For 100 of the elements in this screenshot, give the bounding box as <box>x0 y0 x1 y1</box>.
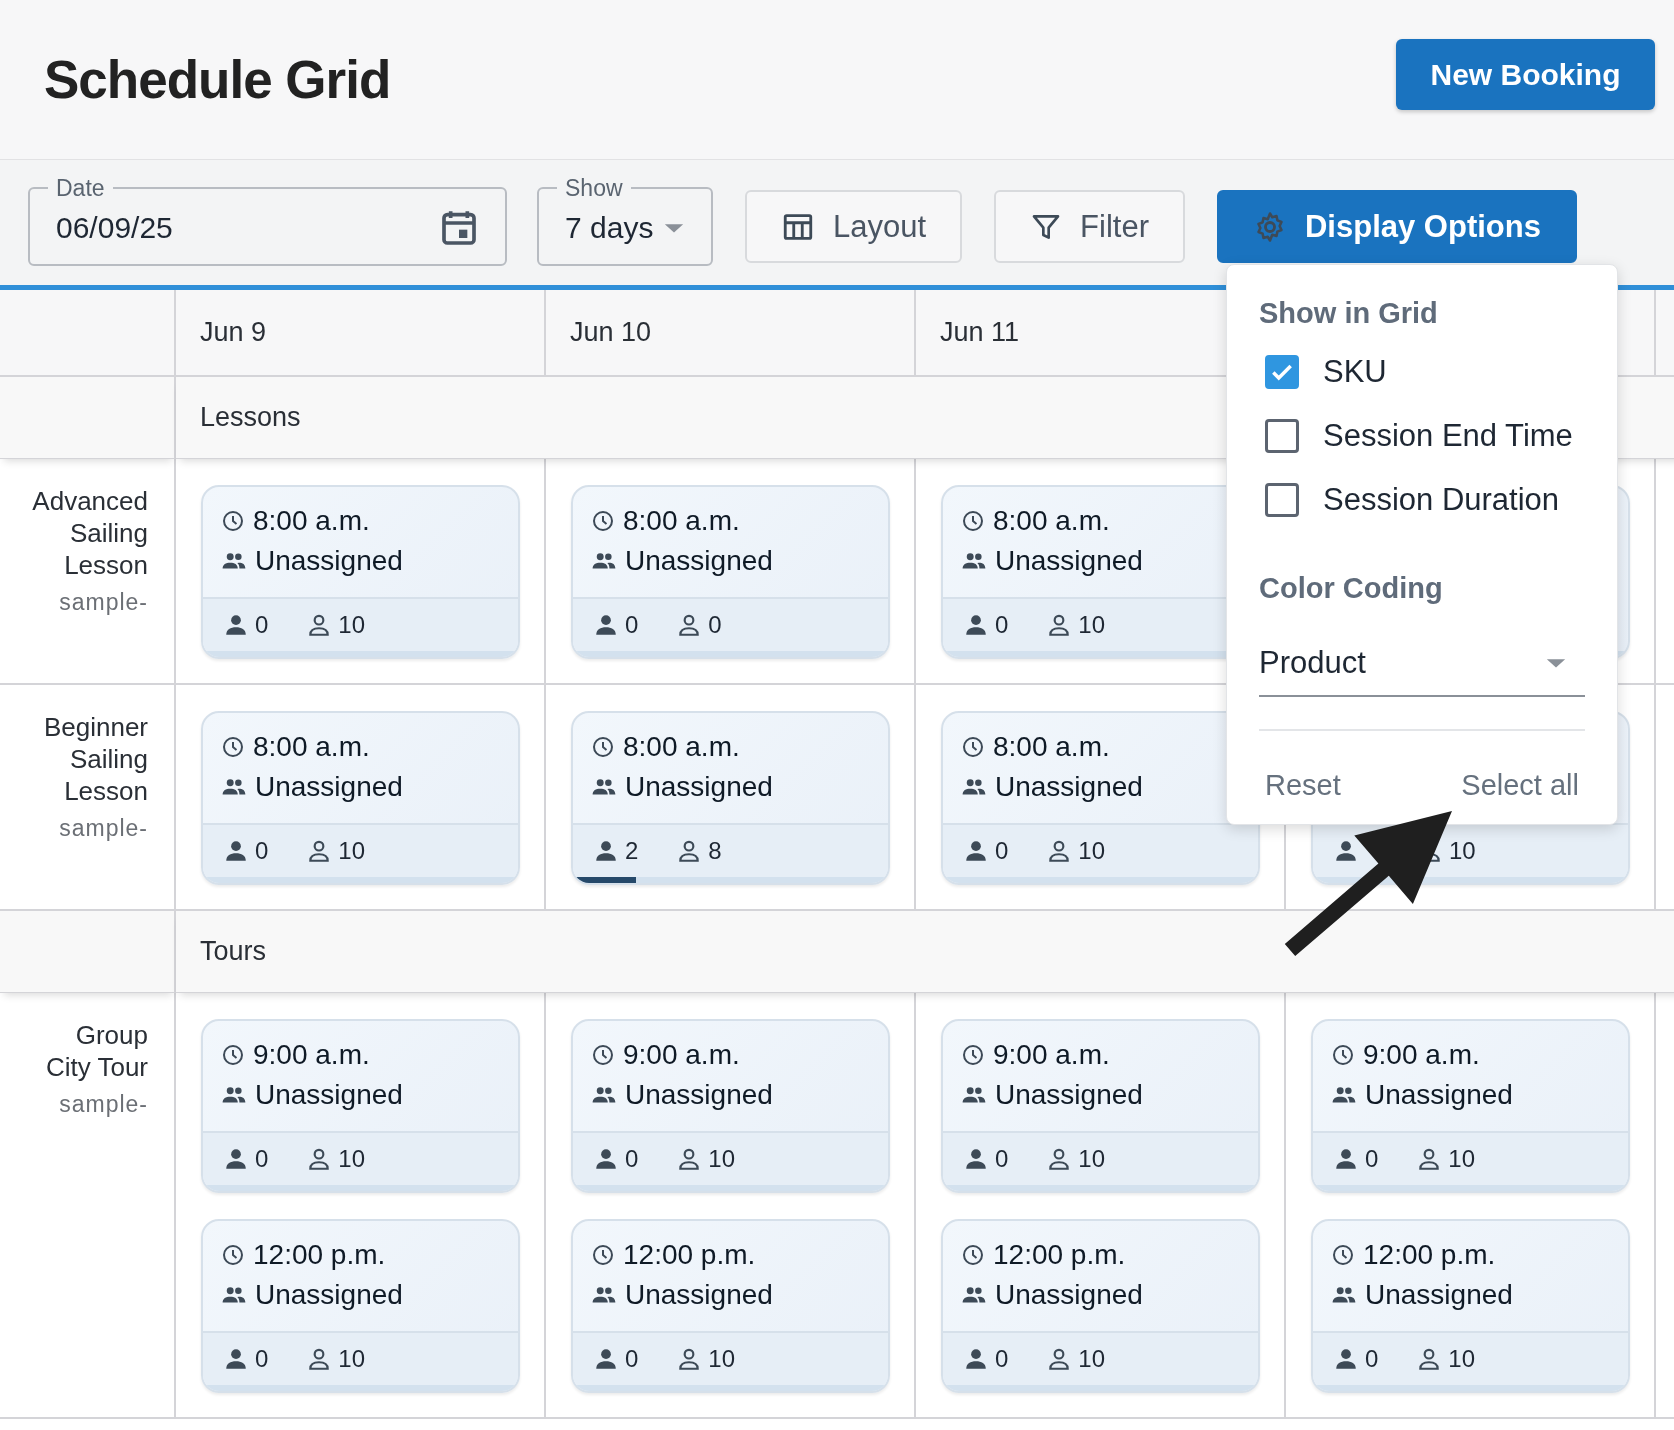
session-card[interactable]: 8:00 a.m. Unassigned 0 0 <box>571 485 890 659</box>
booked-count: 0 <box>1365 1145 1379 1173</box>
assignee-label: Unassigned <box>995 1079 1143 1111</box>
capacity-count: 10 <box>708 1345 736 1373</box>
person-icon <box>593 838 619 864</box>
session-time: 12:00 p.m. <box>1363 1239 1496 1271</box>
session-time: 12:00 p.m. <box>623 1239 756 1271</box>
booked-count: 0 <box>995 611 1009 639</box>
session-card[interactable]: 8:00 a.m. Unassigned 2 8 <box>571 711 890 885</box>
clock-icon <box>221 1043 245 1067</box>
assignee-label: Unassigned <box>625 545 773 577</box>
person-icon <box>963 612 989 638</box>
day-header: Jun 10 <box>546 290 916 377</box>
session-card[interactable]: 8:00 a.m. Unassigned 0 10 <box>201 711 520 885</box>
clock-icon <box>961 735 985 759</box>
session-card[interactable]: 9:00 a.m. Unassigned 0 10 <box>201 1019 520 1193</box>
capacity-count: 10 <box>1078 611 1106 639</box>
checkbox[interactable] <box>1265 483 1299 517</box>
product-name: Beginner Sailing Lesson <box>42 711 148 807</box>
booked-count: 0 <box>255 837 269 865</box>
booked-count: 0 <box>255 1145 269 1173</box>
session-time: 8:00 a.m. <box>623 505 740 537</box>
booked-count: 0 <box>255 611 269 639</box>
session-time: 9:00 a.m. <box>993 1039 1110 1071</box>
capacity-count: 0 <box>708 611 722 639</box>
booked-count: 0 <box>625 1345 639 1373</box>
sku-label: sample- <box>58 815 148 842</box>
new-booking-button[interactable]: New Booking <box>1396 39 1655 110</box>
section-title: Show in Grid <box>1259 297 1439 330</box>
capacity-count: 8 <box>708 837 722 865</box>
group-header: Tours <box>176 911 1674 993</box>
capacity-count: 10 <box>1078 837 1106 865</box>
clock-icon <box>961 1043 985 1067</box>
clock-icon <box>221 735 245 759</box>
person-icon <box>963 1346 989 1372</box>
session-card[interactable]: 12:00 p.m. Unassigned 0 10 <box>1311 1219 1630 1393</box>
capacity-count: 10 <box>338 837 366 865</box>
booked-count: 0 <box>995 1345 1009 1373</box>
session-card[interactable]: 8:00 a.m. Unassigned 0 10 <box>201 485 520 659</box>
layout-button[interactable]: Layout <box>745 190 963 263</box>
clock-icon <box>591 735 615 759</box>
checkbox-label: Session End Time <box>1323 418 1573 454</box>
checkbox[interactable] <box>1265 355 1299 389</box>
assignee-label: Unassigned <box>995 1279 1143 1311</box>
page-title: Schedule Grid <box>44 49 391 110</box>
capacity-count: 10 <box>1078 1345 1106 1373</box>
assignee-label: Unassigned <box>625 1079 773 1111</box>
session-time: 12:00 p.m. <box>253 1239 386 1271</box>
checkbox[interactable] <box>1265 419 1299 453</box>
session-card[interactable]: 12:00 p.m. Unassigned 0 10 <box>941 1219 1260 1393</box>
days-select[interactable]: Show 7 days <box>537 175 713 266</box>
booked-count: 0 <box>625 611 639 639</box>
day-header: Jun 9 <box>176 290 546 377</box>
session-time: 8:00 a.m. <box>623 731 740 763</box>
assignee-label: Unassigned <box>255 771 403 803</box>
filter-button[interactable]: Filter <box>994 190 1185 263</box>
capacity-count: 10 <box>1078 1145 1106 1173</box>
capacity-count: 10 <box>1448 1145 1476 1173</box>
booked-count: 0 <box>255 1345 269 1373</box>
sku-label: sample- <box>58 589 148 616</box>
session-card[interactable]: 12:00 p.m. Unassigned 0 10 <box>201 1219 520 1393</box>
clock-icon <box>1331 1243 1355 1267</box>
sku-label: sample- <box>58 1091 148 1118</box>
person-icon <box>963 1146 989 1172</box>
person-icon <box>1333 838 1359 864</box>
session-time: 8:00 a.m. <box>253 505 370 537</box>
assignee-label: Unassigned <box>1365 1079 1513 1111</box>
session-time: 9:00 a.m. <box>623 1039 740 1071</box>
session-time: 12:00 p.m. <box>993 1239 1126 1271</box>
booked-count: 0 <box>995 1145 1009 1173</box>
checkbox-label: Session Duration <box>1323 482 1560 518</box>
session-time: 8:00 a.m. <box>253 731 370 763</box>
session-card[interactable]: 9:00 a.m. Unassigned 0 10 <box>1311 1019 1630 1193</box>
clock-icon <box>221 509 245 533</box>
person-icon <box>223 612 249 638</box>
arrow-icon <box>1284 811 1452 957</box>
capacity-count: 10 <box>1449 837 1476 865</box>
session-time: 9:00 a.m. <box>1363 1039 1480 1071</box>
session-card[interactable]: 12:00 p.m. Unassigned 0 10 <box>571 1219 890 1393</box>
display-options-button[interactable]: Display Options <box>1216 190 1577 263</box>
session-card[interactable]: 9:00 a.m. Unassigned 0 10 <box>571 1019 890 1193</box>
capacity-count: 10 <box>338 611 366 639</box>
assignee-label: Unassigned <box>1365 1279 1513 1311</box>
reset-button[interactable]: Reset <box>1259 761 1347 810</box>
color-coding-select[interactable]: Product <box>1259 631 1585 697</box>
product-name: Advanced Sailing Lesson <box>31 485 148 581</box>
session-card[interactable]: 8:00 a.m. Unassigned 0 10 <box>941 711 1260 885</box>
person-icon <box>593 1146 619 1172</box>
select-all-button[interactable]: Select all <box>1455 761 1585 810</box>
assignee-label: Unassigned <box>255 1079 403 1111</box>
booked-count: 2 <box>625 837 639 865</box>
capacity-count: 10 <box>338 1145 366 1173</box>
capacity-count: 10 <box>708 1145 736 1173</box>
assignee-label: Unassigned <box>255 545 403 577</box>
clock-icon <box>591 1243 615 1267</box>
person-icon <box>223 1346 249 1372</box>
assignee-label: Unassigned <box>625 771 773 803</box>
section-title: Color Coding <box>1259 572 1444 605</box>
person-icon <box>1333 1346 1359 1372</box>
session-card[interactable]: 9:00 a.m. Unassigned 0 10 <box>941 1019 1260 1193</box>
